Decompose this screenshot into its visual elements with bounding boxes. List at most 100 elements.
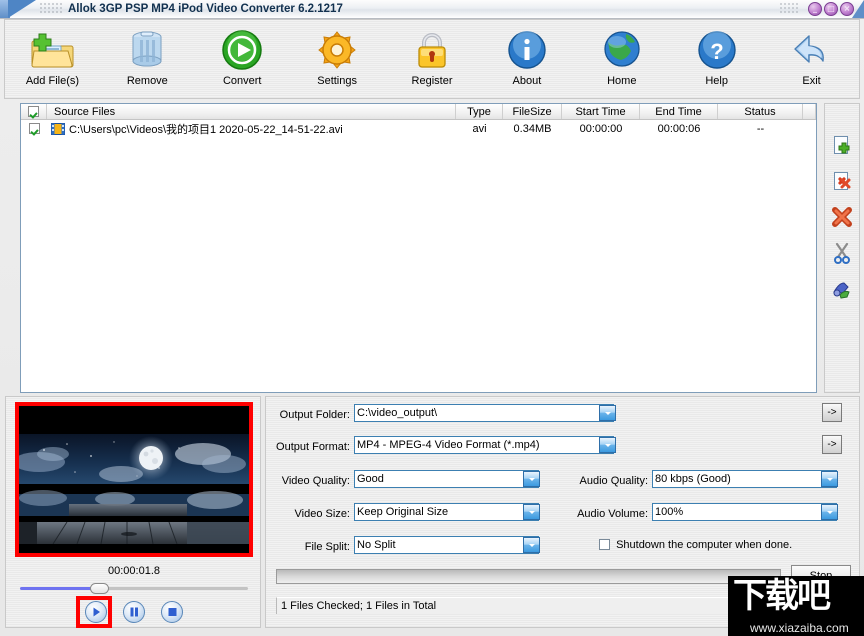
video-size-dropdown-icon[interactable]	[523, 504, 540, 520]
seek-slider[interactable]	[20, 583, 248, 594]
output-format-label: Output Format:	[276, 441, 350, 453]
video-file-icon	[51, 122, 65, 135]
toolbar-button-home[interactable]: Home	[574, 20, 669, 98]
orange-gear-icon	[315, 27, 359, 73]
minimize-icon: _	[813, 4, 817, 13]
seek-track-filled	[20, 587, 98, 590]
shutdown-checkbox-row[interactable]: Shutdown the computer when done.	[599, 539, 792, 551]
trash-bin-icon	[126, 27, 168, 73]
video-quality-label: Video Quality:	[281, 475, 350, 487]
toolbar-button-exit[interactable]: Exit	[764, 20, 859, 98]
row-source-path: C:\Users\pc\Videos\我的项目1 2020-05-22_14-5…	[69, 123, 343, 136]
audio-volume-select[interactable]: 100%	[652, 503, 837, 521]
file-split-dropdown-icon[interactable]	[523, 537, 540, 553]
minimize-button[interactable]: _	[808, 2, 822, 16]
shutdown-checkbox[interactable]	[599, 539, 610, 550]
seek-track-empty	[98, 587, 248, 590]
row-checkbox-cell[interactable]	[21, 120, 47, 137]
header-start-time[interactable]: Start Time	[562, 104, 640, 119]
header-type[interactable]: Type	[456, 104, 503, 119]
add-file-icon[interactable]	[831, 134, 853, 156]
toolbar-button-register[interactable]: Register	[385, 20, 480, 98]
pause-button[interactable]	[123, 601, 145, 623]
video-preview-panel: 00:00:01.8	[5, 396, 261, 628]
merge-tools-icon[interactable]	[831, 278, 853, 300]
site-watermark: 下载吧 www.xiazaiba.com	[728, 576, 864, 636]
toolbar-button-settings[interactable]: Settings	[290, 20, 385, 98]
close-icon: ×	[843, 4, 851, 13]
toolbar-button-about[interactable]: About	[479, 20, 574, 98]
toolbar-label-add-files: Add File(s)	[25, 75, 80, 87]
title-bar-right-accent	[852, 0, 864, 18]
maximize-button[interactable]: □	[824, 2, 838, 16]
toolbar-button-help[interactable]: ? Help	[669, 20, 764, 98]
header-status[interactable]: Status	[718, 104, 803, 119]
blue-info-icon	[505, 27, 549, 73]
svg-text:?: ?	[710, 39, 723, 64]
select-all-checkbox[interactable]	[28, 106, 39, 117]
cut-scissors-icon[interactable]	[831, 242, 853, 264]
output-folder-label: Output Folder:	[279, 409, 350, 421]
playback-controls	[6, 597, 262, 627]
output-folder-dropdown-icon[interactable]	[599, 405, 616, 421]
header-spacer	[803, 104, 816, 119]
row-end-time: 00:00:06	[657, 122, 701, 135]
audio-volume-label: Audio Volume:	[577, 508, 648, 520]
watermark-text: 下载吧	[733, 576, 831, 616]
row-start-time: 00:00:00	[579, 122, 623, 135]
row-type: avi	[472, 122, 487, 135]
conversion-progress-bar	[276, 569, 781, 584]
video-quality-dropdown-icon[interactable]	[523, 471, 540, 487]
video-size-label: Video Size:	[294, 508, 350, 520]
audio-quality-dropdown-icon[interactable]	[821, 471, 838, 487]
toolbar-label-home: Home	[607, 75, 637, 87]
toolbar-label-convert: Convert	[222, 75, 262, 87]
video-canvas	[19, 406, 249, 553]
toolbar-label-exit: Exit	[802, 75, 821, 87]
header-end-time[interactable]: End Time	[640, 104, 718, 119]
video-preview-frame[interactable]	[15, 402, 253, 557]
toolbar-label-help: Help	[705, 75, 728, 87]
delete-all-icon[interactable]	[831, 206, 853, 228]
output-folder-input[interactable]: C:\video_output\	[354, 404, 614, 422]
table-row[interactable]: C:\Users\pc\Videos\我的项目1 2020-05-22_14-5…	[21, 120, 816, 137]
output-format-dropdown-icon[interactable]	[599, 437, 616, 453]
watermark-url: www.xiazaiba.com	[750, 621, 849, 635]
blue-question-icon: ?	[695, 27, 739, 73]
remove-file-icon[interactable]	[831, 170, 853, 192]
maximize-icon: □	[827, 4, 835, 13]
source-file-list[interactable]: Source Files Type FileSize Start Time En…	[20, 103, 817, 393]
file-split-label: File Split:	[304, 541, 350, 553]
window-title: Allok 3GP PSP MP4 iPod Video Converter 6…	[68, 3, 343, 15]
output-format-select[interactable]: MP4 - MPEG-4 Video Format (*.mp4)	[354, 436, 614, 454]
header-source-files[interactable]: Source Files	[47, 104, 456, 119]
audio-volume-dropdown-icon[interactable]	[821, 504, 838, 520]
toolbar-button-convert[interactable]: Convert	[195, 20, 290, 98]
output-folder-browse-button[interactable]: ->	[822, 403, 842, 422]
row-status: --	[756, 122, 765, 135]
seek-thumb[interactable]	[90, 583, 109, 594]
green-play-icon	[220, 27, 264, 73]
title-bar: Allok 3GP PSP MP4 iPod Video Converter 6…	[0, 0, 864, 19]
main-toolbar: Add File(s) Remove Convert Settings Regi…	[4, 19, 860, 99]
video-quality-select[interactable]: Good	[354, 470, 539, 488]
toolbar-label-settings: Settings	[317, 75, 357, 87]
header-select-all[interactable]	[21, 104, 47, 119]
toolbar-button-add-files[interactable]: Add File(s)	[5, 20, 100, 98]
row-spacer	[803, 120, 816, 137]
window-controls: _ □ ×	[808, 2, 854, 16]
row-source-cell: C:\Users\pc\Videos\我的项目1 2020-05-22_14-5…	[47, 120, 456, 137]
stop-button[interactable]	[161, 601, 183, 623]
file-split-select[interactable]: No Split	[354, 536, 539, 554]
preview-timecode: 00:00:01.8	[108, 565, 160, 577]
video-still-image	[19, 406, 249, 553]
title-bar-grip-dots-right	[780, 3, 798, 15]
row-checkbox[interactable]	[28, 123, 40, 134]
blue-back-arrow-icon	[789, 27, 835, 73]
video-size-select[interactable]: Keep Original Size	[354, 503, 539, 521]
audio-quality-select[interactable]: 80 kbps (Good)	[652, 470, 837, 488]
output-format-browse-button[interactable]: ->	[822, 435, 842, 454]
toolbar-button-remove[interactable]: Remove	[100, 20, 195, 98]
header-filesize[interactable]: FileSize	[503, 104, 562, 119]
row-filesize: 0.34MB	[513, 122, 552, 135]
